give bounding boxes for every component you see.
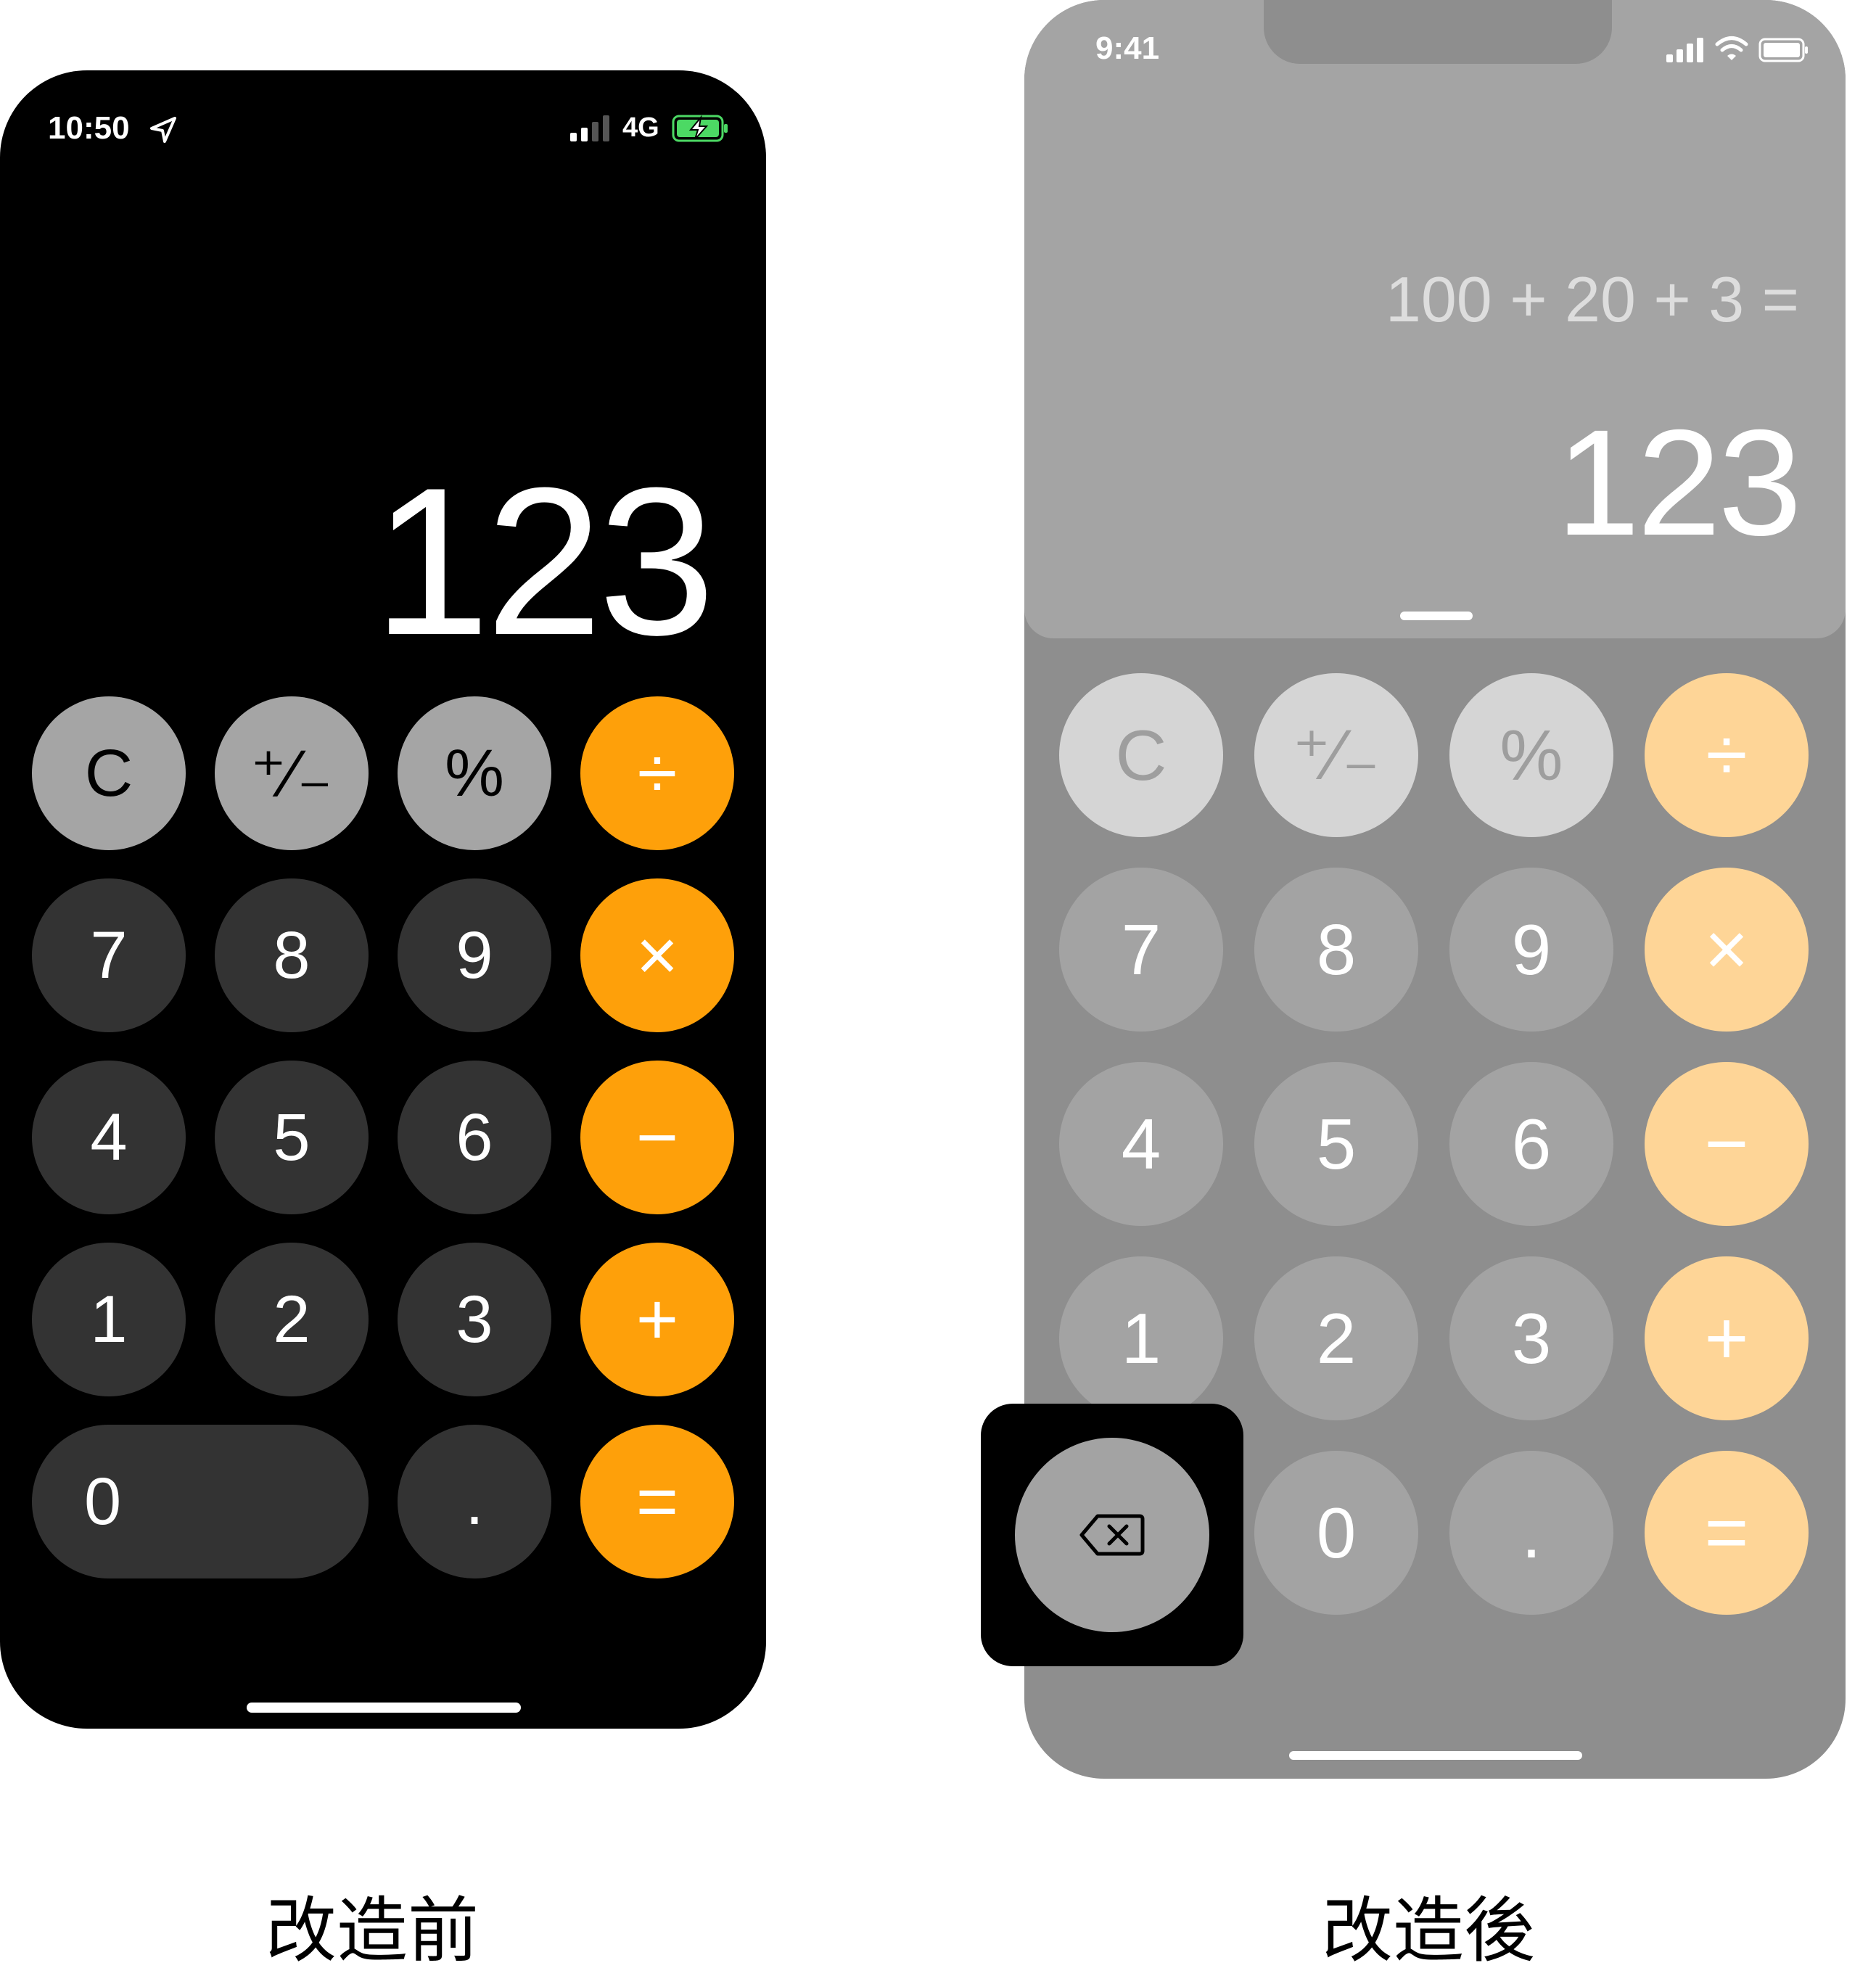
digit-7-button[interactable]: 7 <box>1059 868 1223 1032</box>
backspace-icon <box>1079 1514 1145 1556</box>
battery-charging-icon <box>672 115 728 142</box>
clear-button[interactable]: C <box>1059 673 1223 837</box>
home-indicator <box>1289 1751 1582 1760</box>
multiply-button[interactable]: × <box>1645 868 1809 1032</box>
digit-3-button[interactable]: 3 <box>398 1243 551 1396</box>
equals-button[interactable]: = <box>580 1425 734 1578</box>
digit-0-button[interactable]: 0 <box>1254 1451 1418 1615</box>
cellular-signal-icon <box>570 115 609 141</box>
result-display: 123 <box>1555 399 1802 567</box>
digit-0-button[interactable]: 0 <box>32 1425 369 1578</box>
network-type: 4G <box>622 112 659 143</box>
phone-before: 10:50 4G 123 C ⁺∕₋ % ÷ 7 8 9 × 4 5 6 − 1… <box>0 70 766 1729</box>
caption-after: 改造後 <box>1322 1890 1536 1972</box>
plus-button[interactable]: + <box>1645 1256 1809 1420</box>
digit-8-button[interactable]: 8 <box>215 878 369 1032</box>
digit-5-button[interactable]: 5 <box>215 1061 369 1214</box>
digit-1-button[interactable]: 1 <box>1059 1256 1223 1420</box>
digit-2-button[interactable]: 2 <box>215 1243 369 1396</box>
backspace-highlight <box>981 1404 1243 1666</box>
status-time: 9:41 <box>1095 30 1160 66</box>
cellular-signal-icon <box>1666 38 1703 62</box>
backspace-button[interactable] <box>1015 1438 1209 1632</box>
caption-before: 改造前 <box>266 1890 480 1972</box>
plus-button[interactable]: + <box>580 1243 734 1396</box>
digit-2-button[interactable]: 2 <box>1254 1256 1418 1420</box>
display-drag-handle[interactable] <box>1400 612 1473 620</box>
digit-9-button[interactable]: 9 <box>398 878 551 1032</box>
digit-9-button[interactable]: 9 <box>1449 868 1613 1032</box>
notch <box>1264 0 1612 64</box>
percent-button[interactable]: % <box>398 696 551 850</box>
status-time: 10:50 <box>48 110 130 146</box>
decimal-button[interactable]: . <box>1449 1451 1613 1615</box>
digit-6-button[interactable]: 6 <box>398 1061 551 1214</box>
divide-button[interactable]: ÷ <box>580 696 734 850</box>
wifi-icon <box>1715 36 1748 60</box>
percent-button[interactable]: % <box>1449 673 1613 837</box>
status-bar: 10:50 4G <box>0 70 766 186</box>
equals-button[interactable]: = <box>1645 1451 1809 1615</box>
digit-1-button[interactable]: 1 <box>32 1243 186 1396</box>
battery-icon <box>1758 38 1808 62</box>
location-arrow-icon <box>150 117 176 143</box>
minus-button[interactable]: − <box>580 1061 734 1214</box>
digit-3-button[interactable]: 3 <box>1449 1256 1613 1420</box>
digit-8-button[interactable]: 8 <box>1254 868 1418 1032</box>
multiply-button[interactable]: × <box>580 878 734 1032</box>
decimal-button[interactable]: . <box>398 1425 551 1578</box>
plus-minus-button[interactable]: ⁺∕₋ <box>1254 673 1418 837</box>
clear-button[interactable]: C <box>32 696 186 850</box>
result-display: 123 <box>373 444 715 679</box>
minus-button[interactable]: − <box>1645 1062 1809 1226</box>
divide-button[interactable]: ÷ <box>1645 673 1809 837</box>
plus-minus-button[interactable]: ⁺∕₋ <box>215 696 369 850</box>
digit-5-button[interactable]: 5 <box>1254 1062 1418 1226</box>
digit-4-button[interactable]: 4 <box>1059 1062 1223 1226</box>
digit-7-button[interactable]: 7 <box>32 878 186 1032</box>
digit-4-button[interactable]: 4 <box>32 1061 186 1214</box>
home-indicator <box>247 1703 521 1713</box>
digit-6-button[interactable]: 6 <box>1449 1062 1613 1226</box>
expression-history: 100 + 20 + 3 = <box>1385 263 1799 335</box>
